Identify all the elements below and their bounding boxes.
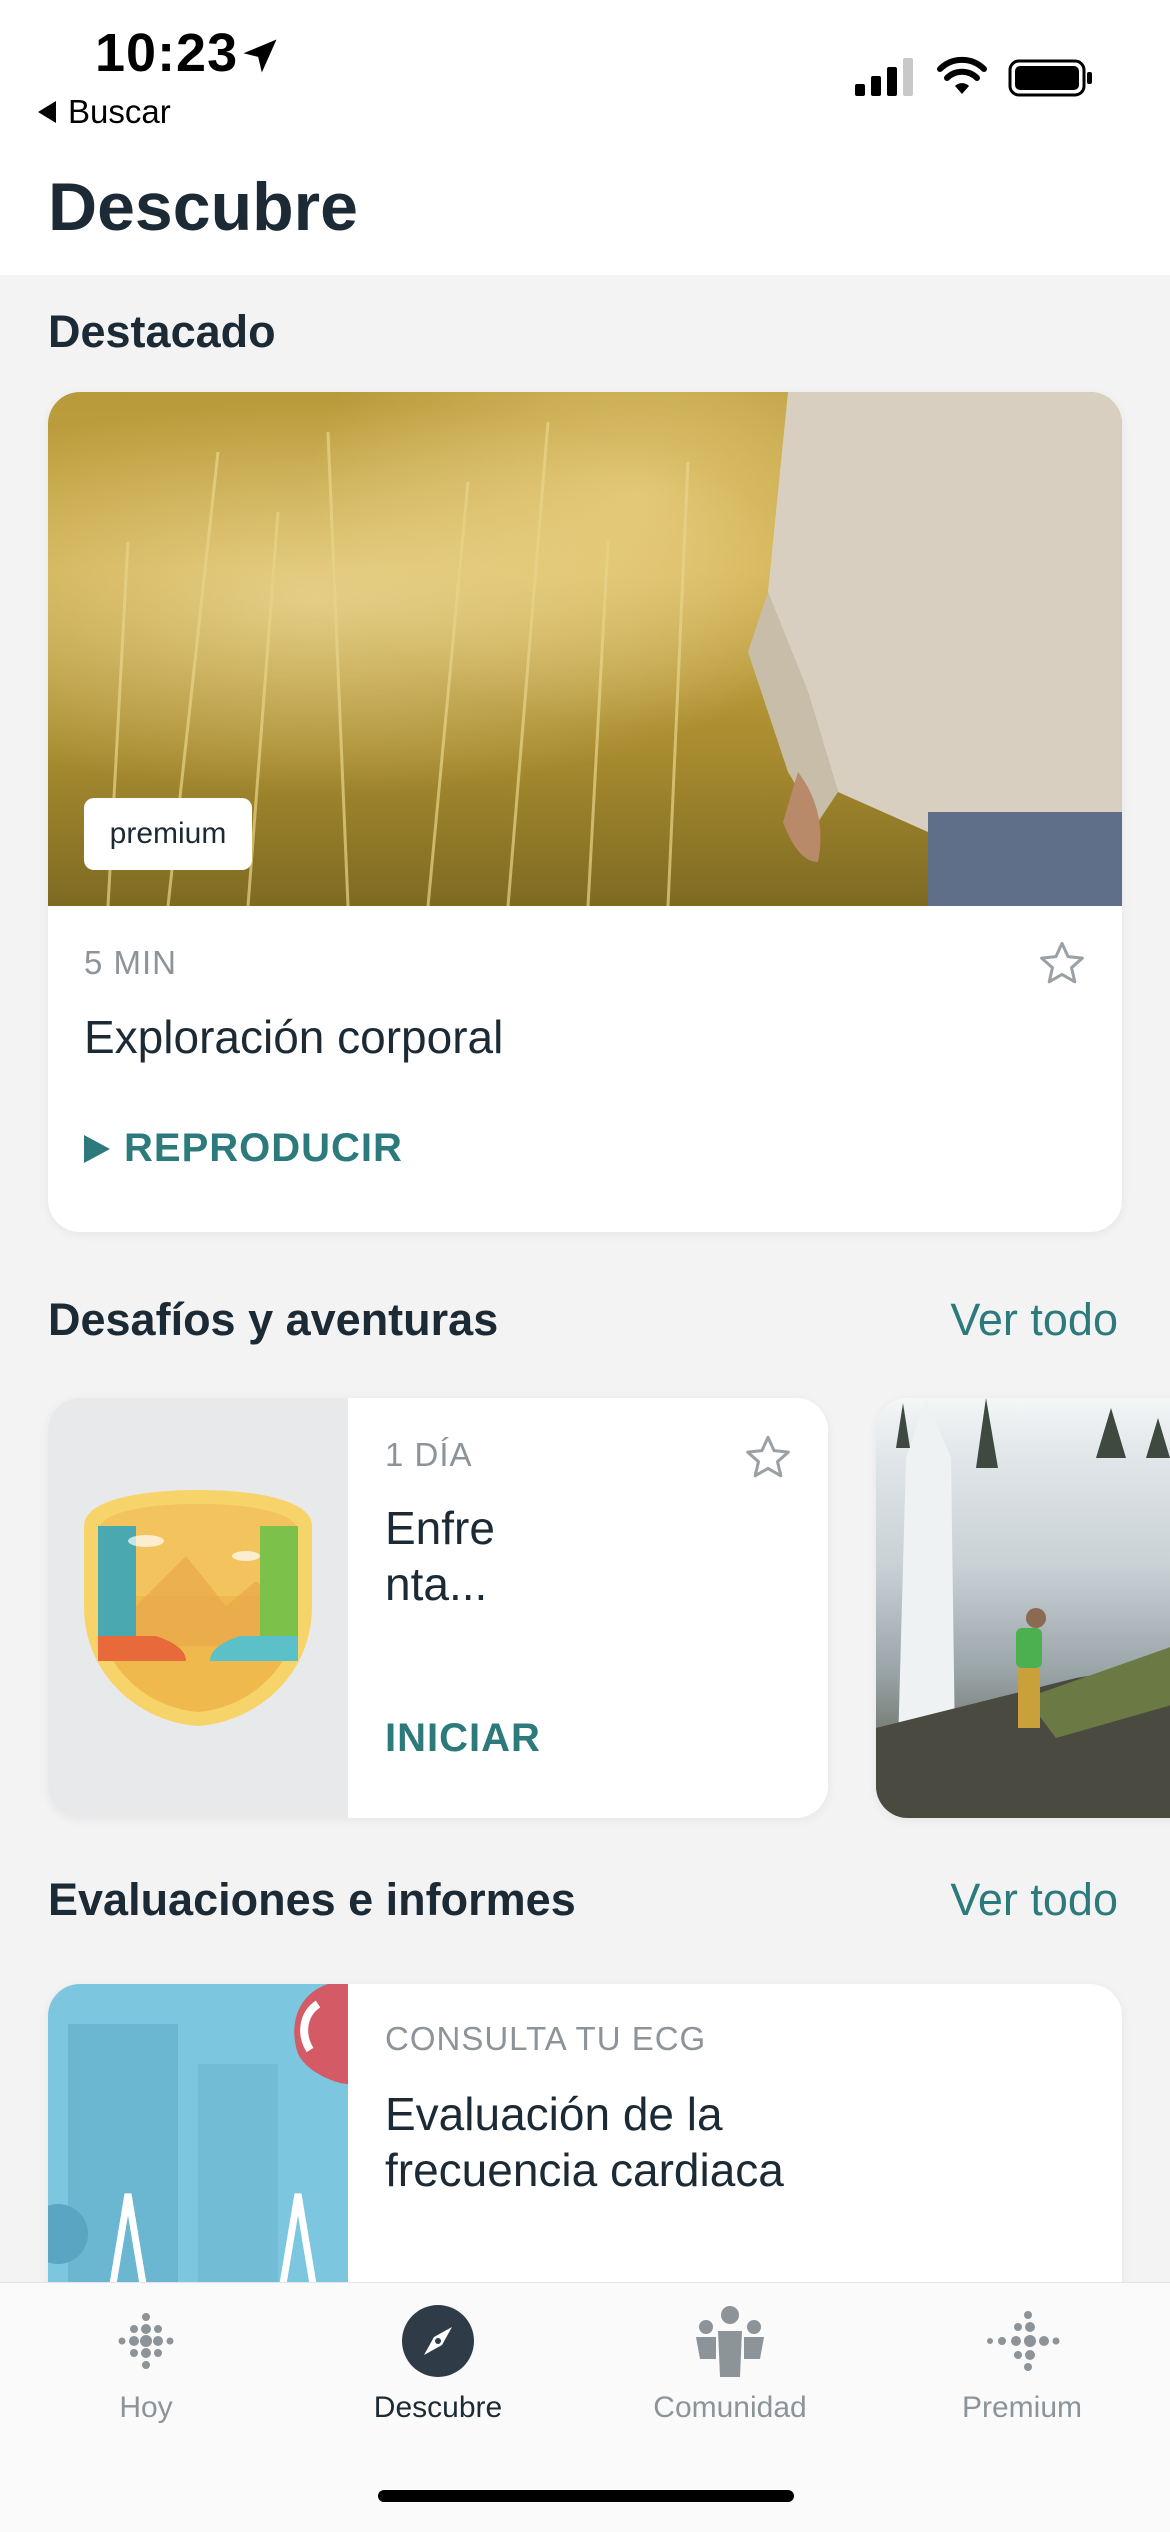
back-to-search-link[interactable]: Buscar <box>38 92 171 132</box>
challenge-title-line1: Enfre <box>385 1502 495 1554</box>
tab-comunidad[interactable]: Comunidad <box>584 2283 876 2433</box>
assessment-card[interactable]: CONSULTA TU ECG Evaluación de la frecuen… <box>48 1984 1122 2324</box>
status-time: 10:23 <box>95 23 239 83</box>
assessments-see-all-link[interactable]: Ver todo <box>950 1874 1118 1926</box>
location-arrow-icon <box>243 39 277 73</box>
challenges-see-all-link[interactable]: Ver todo <box>950 1294 1118 1346</box>
assessment-image <box>48 1984 348 2324</box>
premium-dots-icon <box>987 2311 1060 2371</box>
tab-label: Hoy <box>119 2391 173 2424</box>
featured-title: Exploración corporal <box>84 1011 504 1063</box>
tab-premium[interactable]: Premium <box>876 2283 1168 2433</box>
start-button[interactable]: INICIAR <box>385 1716 541 1761</box>
adventure-image <box>876 1398 1170 1818</box>
wifi-icon <box>937 56 987 94</box>
challenge-card[interactable]: 1 DÍA Enfre nta... INICIAR <box>48 1398 828 1818</box>
featured-section-title: Destacado <box>48 306 276 357</box>
tab-label: Descubre <box>373 2391 503 2424</box>
challenge-badge-icon <box>84 1490 312 1726</box>
back-link-label: Buscar <box>68 93 171 130</box>
back-arrow-icon <box>38 101 56 123</box>
challenges-section-title: Desafíos y aventuras <box>48 1294 499 1345</box>
assessments-section-title: Evaluaciones e informes <box>48 1874 576 1925</box>
challenge-duration: 1 DÍA <box>385 1436 473 1473</box>
tab-hoy[interactable]: Hoy <box>0 2283 292 2433</box>
play-button[interactable]: REPRODUCIR <box>84 1126 403 1171</box>
assessment-title: Evaluación de la frecuencia cardiaca <box>385 2086 1085 2198</box>
play-icon <box>84 1134 110 1163</box>
top-header: 10:23 Buscar Descubre <box>0 0 1170 275</box>
assessment-title-line1: Evaluación de la <box>385 2088 723 2140</box>
page-title: Descubre <box>48 169 358 245</box>
assessment-title-line2: frecuencia cardiaca <box>385 2144 784 2196</box>
challenge-image-panel <box>48 1398 348 1818</box>
tab-label: Premium <box>961 2391 1082 2424</box>
adventure-card-peek[interactable] <box>876 1398 1170 1818</box>
battery-icon <box>1008 59 1092 97</box>
tab-descubre[interactable]: Descubre <box>292 2283 584 2433</box>
assessment-category: CONSULTA TU ECG <box>385 2020 707 2057</box>
community-icon <box>696 2306 764 2377</box>
challenge-title-line2: nta... <box>385 1558 488 1610</box>
challenge-title: Enfre nta... <box>385 1500 585 1612</box>
play-button-label: REPRODUCIR <box>124 1126 403 1170</box>
fitbit-dots-icon <box>118 2313 174 2369</box>
home-indicator <box>378 2490 794 2502</box>
featured-duration: 5 MIN <box>84 944 178 981</box>
favorite-star-icon[interactable] <box>1036 938 1088 990</box>
cellular-signal-icon <box>855 58 913 96</box>
compass-icon <box>402 2305 474 2377</box>
tab-label: Comunidad <box>653 2391 807 2424</box>
featured-card[interactable]: premium 5 MIN Exploración corporal REPRO… <box>48 392 1122 1232</box>
premium-badge: premium <box>84 798 252 870</box>
favorite-star-icon[interactable] <box>742 1432 794 1484</box>
